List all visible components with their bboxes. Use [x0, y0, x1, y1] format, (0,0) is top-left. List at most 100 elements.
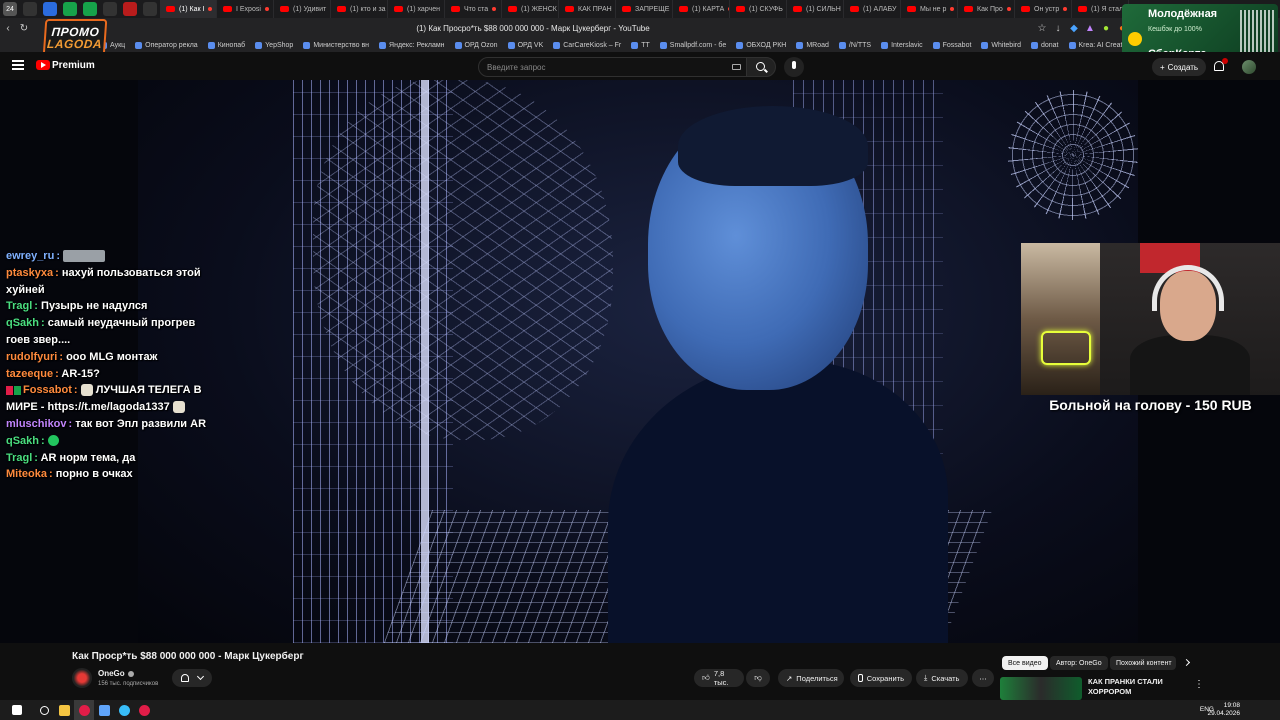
recommended-title[interactable]: КАК ПРАНКИ СТАЛИ ХОРРОРОМ — [1088, 677, 1178, 697]
app-icon[interactable] — [94, 700, 114, 720]
browser-tab[interactable]: Мы не р — [901, 0, 958, 18]
like-button[interactable]: 👍︎ 7,8 тыс. — [694, 669, 744, 687]
bookmark-item[interactable]: /N/TTS — [838, 41, 871, 49]
chip-author[interactable]: Автор: OneGo — [1050, 656, 1108, 670]
share-button[interactable]: ↗ Поделиться — [778, 669, 844, 687]
bookmark-favicon-icon — [135, 41, 143, 49]
subscription-bell-button[interactable] — [172, 669, 212, 687]
dislike-button[interactable]: 👎︎ — [746, 669, 770, 687]
bookmark-label: YepShop — [265, 41, 294, 49]
pinned-tab-icon[interactable] — [123, 2, 137, 16]
recommended-thumbnail[interactable] — [1000, 677, 1082, 700]
microphone-icon — [792, 61, 796, 69]
bookmark-item[interactable]: Яндекс: Рекламн — [379, 41, 445, 49]
wireframe-clock — [1008, 90, 1138, 220]
verified-icon — [127, 670, 134, 677]
browser-tab[interactable]: Он устр — [1015, 0, 1072, 18]
pinned-tab-icon[interactable] — [43, 2, 57, 16]
browser-tab[interactable]: Что ста — [445, 0, 502, 18]
browser-tab[interactable]: (1) Удивит — [274, 0, 331, 18]
more-actions-button[interactable]: ⋯ — [972, 669, 994, 687]
chip-all-videos[interactable]: Все видео — [1002, 656, 1048, 670]
bookmark-item[interactable]: ОРД Ozon — [454, 41, 498, 49]
recommended-more-icon[interactable]: ⋮ — [1194, 679, 1204, 690]
search-input[interactable]: Введите запрос — [478, 57, 748, 77]
file-explorer-icon[interactable] — [54, 700, 74, 720]
bookmark-item[interactable]: Interslavic — [881, 41, 923, 49]
extension-icon[interactable]: ◆ — [1066, 23, 1082, 34]
bookmark-favicon-icon — [736, 41, 744, 49]
bookmark-item[interactable]: CarCareKiosk – Fr — [553, 41, 621, 49]
chevron-right-icon[interactable] — [1182, 658, 1191, 667]
page-title-bar[interactable]: (1) Как Просро*ть $88 000 000 000 - Марк… — [32, 24, 1034, 33]
audio-dot-icon — [264, 7, 269, 11]
like-count: 7,8 тыс. — [713, 669, 729, 687]
chat-text: ооо MLG монтаж — [66, 350, 158, 363]
chat-emote-icon — [80, 384, 93, 397]
download-button[interactable]: ⤓ Скачать — [916, 669, 968, 687]
keyboard-icon[interactable] — [732, 64, 741, 70]
back-icon[interactable]: ‹ — [0, 23, 16, 34]
channel-name[interactable]: OneGo — [98, 669, 134, 678]
hamburger-menu-icon[interactable] — [12, 60, 24, 70]
browser-tab[interactable]: (1) АЛАБУ — [844, 0, 901, 18]
youtube-logo-icon[interactable] — [36, 60, 50, 70]
clock[interactable]: 19:08 29.04.2026 — [1207, 702, 1240, 718]
bookmark-item[interactable]: Fossabot — [932, 41, 971, 49]
pinned-tab-icon[interactable] — [83, 2, 97, 16]
browser-tab[interactable]: (1) СИЛЬН — [787, 0, 844, 18]
bookmark-item[interactable]: ОРД VK — [507, 41, 543, 49]
browser-tab[interactable]: (1) кто и за — [331, 0, 388, 18]
extension-icon[interactable]: ▲ — [1082, 23, 1098, 34]
browser-tab[interactable]: (1) СКУФЬ — [730, 0, 787, 18]
bookmark-label: MRoad — [806, 41, 829, 49]
pinned-tab-icon[interactable] — [143, 2, 157, 16]
user-avatar[interactable] — [1242, 60, 1256, 74]
bookmark-item[interactable]: TT — [631, 41, 650, 49]
back-arrow-icon[interactable] — [23, 2, 37, 16]
telegram-icon[interactable] — [114, 700, 134, 720]
tab-label: ЗАПРЕЩЕ — [635, 5, 670, 13]
bookmark-item[interactable]: Smallpdf.com - бе — [659, 41, 726, 49]
create-button[interactable]: + Создать — [1152, 58, 1207, 76]
bookmark-item[interactable]: MRoad — [796, 41, 829, 49]
bookmark-item[interactable]: Министерство вн — [303, 41, 369, 49]
bookmark-item[interactable]: donat — [1030, 41, 1059, 49]
browser-tab[interactable]: (1) Как I — [160, 0, 217, 18]
browser-tab[interactable]: (1) харчен — [388, 0, 445, 18]
yandex-browser-icon[interactable] — [74, 700, 94, 720]
bookmark-item[interactable]: ОБХОД РКН — [736, 41, 786, 49]
extension-icon[interactable]: ● — [1098, 23, 1114, 34]
chat-text: AR норм тема, да — [40, 451, 136, 464]
search-button[interactable] — [746, 57, 776, 77]
obs-icon[interactable] — [134, 700, 154, 720]
chip-similar[interactable]: Похожий контент — [1110, 656, 1176, 670]
voice-search-button[interactable] — [784, 57, 804, 77]
browser-tab[interactable]: (1) КАРТА — [673, 0, 730, 18]
browser-tab[interactable]: (1) ЖЕНСК — [502, 0, 559, 18]
bookmark-item[interactable]: Кинопаб — [207, 41, 245, 49]
bookmark-star-icon[interactable]: ☆ — [1034, 23, 1050, 34]
bookmark-item[interactable]: YepShop — [255, 41, 294, 49]
refresh-icon[interactable]: ↻ — [16, 23, 32, 34]
pinned-tab-icon[interactable] — [103, 2, 117, 16]
bookmark-item[interactable]: Оператор рекла — [135, 41, 198, 49]
search-icon[interactable] — [34, 700, 54, 720]
windows-start-icon[interactable] — [0, 700, 34, 720]
bookmark-favicon-icon — [255, 41, 263, 49]
sber-badge-icon — [1128, 32, 1142, 46]
download-icon[interactable]: ↓ — [1050, 23, 1066, 34]
chat-message: qSakh: самый неудачный прогрев гоев звер… — [6, 317, 196, 346]
browser-tab[interactable]: ЗАПРЕЩЕ — [616, 0, 673, 18]
browser-tab[interactable]: (1) Я стал — [1072, 0, 1129, 18]
bookmark-item[interactable]: Whitebird — [981, 41, 1021, 49]
browser-tab[interactable]: Как Про — [958, 0, 1015, 18]
more-icon: ⋯ — [979, 673, 987, 683]
browser-tab[interactable]: КАК ПРАН — [559, 0, 616, 18]
tab-count-badge[interactable]: 24 — [3, 2, 17, 16]
save-button[interactable]: Сохранить — [850, 669, 912, 687]
pinned-tab-icon[interactable] — [63, 2, 77, 16]
channel-avatar[interactable] — [72, 668, 92, 688]
browser-tab[interactable]: I Exposi — [217, 0, 274, 18]
premium-label[interactable]: Premium — [52, 60, 95, 71]
